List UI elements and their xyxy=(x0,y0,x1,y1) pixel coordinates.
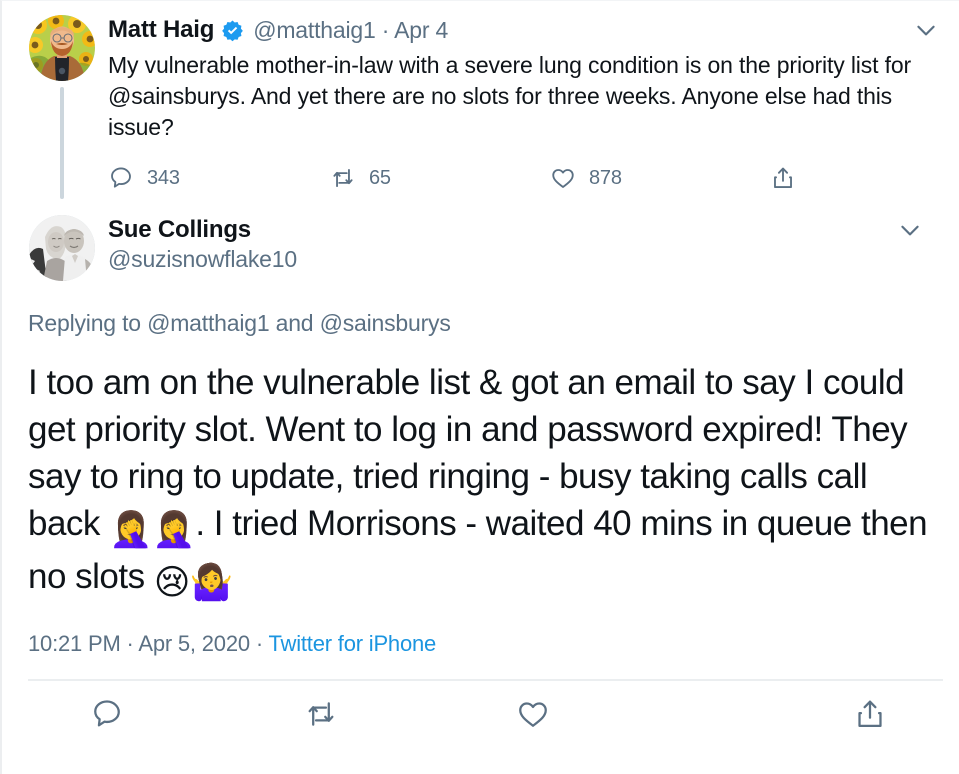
focused-tweet-text: I too am on the vulnerable list & got an… xyxy=(28,359,943,606)
thread-connector-line xyxy=(60,87,64,199)
tweet-text-segment: My vulnerable mother-in-law with a sever… xyxy=(108,52,911,78)
woman-facepalming-emoji: 🤦‍♀️ xyxy=(109,510,153,549)
share-action[interactable] xyxy=(701,697,921,731)
focused-author-block: Sue Collings @suzisnowflake10 xyxy=(96,215,943,275)
woman-facepalming-emoji: 🤦‍♀️ xyxy=(152,510,196,549)
mention-sainsburys[interactable]: @sainsburys xyxy=(320,310,451,336)
retweet-icon xyxy=(333,168,353,188)
parent-tweet-text: My vulnerable mother-in-law with a sever… xyxy=(108,50,943,143)
share-icon xyxy=(858,700,882,728)
verified-badge-icon xyxy=(221,19,244,42)
author-handle[interactable]: @matthaig1 · Apr 4 xyxy=(253,16,449,43)
author-display-name[interactable]: Sue Collings xyxy=(108,215,943,244)
reply-icon xyxy=(94,700,120,727)
tweet-thread-screenshot: Matt Haig @matthaig1 · Apr 4 My vulnerab… xyxy=(0,0,959,774)
reply-icon xyxy=(111,167,131,188)
retweet-icon xyxy=(308,702,334,726)
focused-tweet-header: Sue Collings @suzisnowflake10 xyxy=(28,199,943,281)
focused-tweet-actions xyxy=(28,681,943,747)
parent-avatar-column xyxy=(28,15,96,199)
author-handle[interactable]: @suzisnowflake10 xyxy=(108,244,943,275)
replying-to-line: Replying to @matthaig1 and @sainsburys xyxy=(28,310,943,337)
like-icon xyxy=(518,702,547,727)
mention-matthaig1[interactable]: @matthaig1 xyxy=(147,310,270,336)
avatar[interactable] xyxy=(29,15,95,81)
parent-tweet-body: Matt Haig @matthaig1 · Apr 4 My vulnerab… xyxy=(96,15,943,199)
focused-avatar-column xyxy=(28,215,96,281)
replying-to-joiner: and xyxy=(269,310,320,336)
replying-to-prefix: Replying to xyxy=(28,310,148,336)
parent-tweet-more-button[interactable] xyxy=(909,17,943,43)
reply-action[interactable]: 343 xyxy=(108,165,330,191)
tweet-timestamp: Apr 4 xyxy=(394,16,449,43)
meta-separator: · xyxy=(126,631,134,656)
chevron-down-icon xyxy=(917,25,935,36)
tweet-date: Apr 5, 2020 xyxy=(138,631,250,656)
reply-count: 343 xyxy=(147,166,180,189)
tweet-time: 10:21 PM xyxy=(28,631,121,656)
focused-tweet: Sue Collings @suzisnowflake10 Replying t… xyxy=(2,199,959,747)
parent-author-row: Matt Haig @matthaig1 · Apr 4 xyxy=(108,15,943,45)
parent-tweet-actions: 343 65 878 xyxy=(108,157,943,199)
avatar-image-sue-collings xyxy=(29,215,95,281)
retweet-count: 65 xyxy=(369,166,391,189)
retweet-action[interactable]: 65 xyxy=(330,165,550,191)
share-action[interactable] xyxy=(770,165,796,191)
share-icon xyxy=(774,167,792,189)
tweet-source-link[interactable]: Twitter for iPhone xyxy=(268,631,436,656)
woman-shrugging-emoji: 🤷‍♀️ xyxy=(189,563,234,602)
avatar[interactable] xyxy=(29,215,95,281)
like-action[interactable] xyxy=(490,697,702,731)
reply-action[interactable] xyxy=(50,697,276,731)
crying-face-emoji: 😢 xyxy=(153,563,191,602)
avatar-image-matt-haig xyxy=(29,15,95,81)
mention-sainsburys[interactable]: @sainsburys xyxy=(108,83,240,109)
chevron-down-icon xyxy=(901,225,919,236)
retweet-action[interactable] xyxy=(276,697,490,731)
focused-tweet-more-button[interactable] xyxy=(893,217,927,243)
meta-separator: · xyxy=(255,631,263,656)
author-display-name[interactable]: Matt Haig xyxy=(108,18,214,42)
like-count: 878 xyxy=(589,166,622,189)
parent-tweet[interactable]: Matt Haig @matthaig1 · Apr 4 My vulnerab… xyxy=(2,1,959,199)
like-action[interactable]: 878 xyxy=(550,165,770,191)
like-icon xyxy=(552,169,574,188)
tweet-metadata: 10:21 PM · Apr 5, 2020 · Twitter for iPh… xyxy=(28,631,943,657)
